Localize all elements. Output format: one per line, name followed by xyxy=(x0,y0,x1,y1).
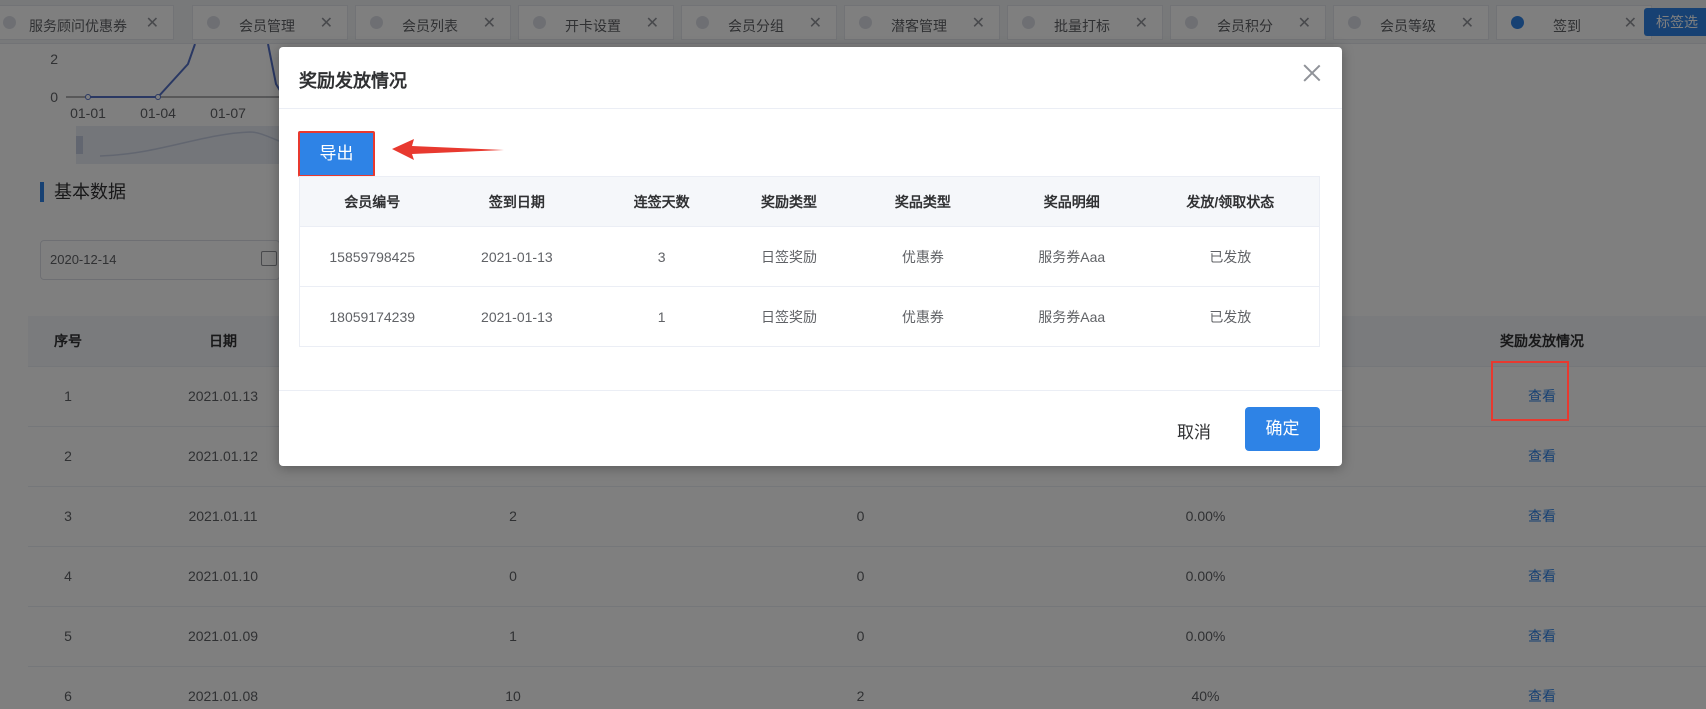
column-header: 奖品类型 xyxy=(843,176,1002,227)
highlight-box xyxy=(1491,361,1569,421)
arrow-shape xyxy=(392,139,504,160)
column-header: 发放/领取状态 xyxy=(1141,176,1320,227)
dialog-footer: 取消 确定 xyxy=(279,390,1342,466)
reward-dialog: 奖励发放情况 导出 会员编号 签到日期 连签天数 奖励类型 奖品类型 奖品明细 … xyxy=(279,47,1342,466)
table-cell: 服务券Aaa xyxy=(1001,226,1142,287)
column-header: 奖品明细 xyxy=(1001,176,1142,227)
table-cell: 优惠券 xyxy=(843,286,1002,347)
column-header: 连签天数 xyxy=(589,176,735,227)
table-cell: 已发放 xyxy=(1141,286,1320,347)
column-header: 奖励类型 xyxy=(734,176,844,227)
table-cell: 18059174239 xyxy=(299,286,445,347)
table-cell: 日签奖励 xyxy=(734,226,844,287)
column-header: 签到日期 xyxy=(444,176,590,227)
table-cell: 优惠券 xyxy=(843,226,1002,287)
export-button[interactable]: 导出 xyxy=(298,131,375,177)
table-cell: 3 xyxy=(589,226,735,287)
table-cell: 2021-01-13 xyxy=(444,226,590,287)
table-cell: 1 xyxy=(589,286,735,347)
table-header-row: 会员编号 签到日期 连签天数 奖励类型 奖品类型 奖品明细 发放/领取状态 xyxy=(299,176,1320,227)
table-cell: 已发放 xyxy=(1141,226,1320,287)
table-cell: 服务券Aaa xyxy=(1001,286,1142,347)
cancel-button[interactable]: 取消 xyxy=(1164,411,1224,455)
table-cell: 2021-01-13 xyxy=(444,286,590,347)
dialog-header: 奖励发放情况 xyxy=(279,47,1342,109)
table-row: 15859798425 2021-01-13 3 日签奖励 优惠券 服务券Aaa… xyxy=(299,226,1320,287)
table-cell: 日签奖励 xyxy=(734,286,844,347)
table-cell: 15859798425 xyxy=(299,226,445,287)
table-row: 18059174239 2021-01-13 1 日签奖励 优惠券 服务券Aaa… xyxy=(299,286,1320,347)
dialog-title: 奖励发放情况 xyxy=(299,71,407,91)
annotation-arrow xyxy=(392,139,504,160)
column-header: 会员编号 xyxy=(299,176,445,227)
reward-table: 会员编号 签到日期 连签天数 奖励类型 奖品类型 奖品明细 发放/领取状态 15… xyxy=(299,176,1320,347)
close-icon[interactable] xyxy=(1300,61,1324,85)
confirm-button[interactable]: 确定 xyxy=(1245,407,1320,451)
